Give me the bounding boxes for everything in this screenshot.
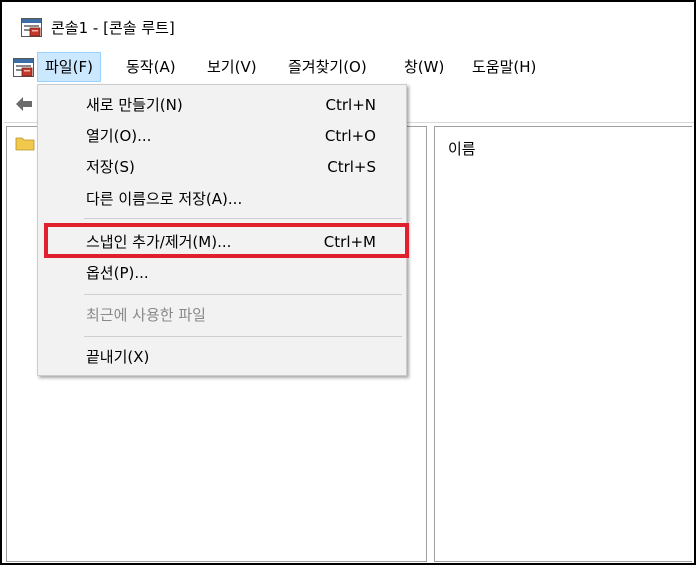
menu-window[interactable]: 창(W)	[397, 52, 451, 82]
menu-item-recent-files: 최근에 사용한 파일	[38, 300, 406, 330]
menu-separator	[84, 336, 402, 337]
highlight-box	[44, 223, 409, 258]
menu-separator	[84, 218, 402, 219]
menu-view[interactable]: 보기(V)	[200, 52, 264, 82]
menu-help[interactable]: 도움말(H)	[465, 52, 543, 82]
menu-item-save[interactable]: 저장(S) Ctrl+S	[38, 152, 406, 182]
menu-item-exit[interactable]: 끝내기(X)	[38, 342, 406, 372]
menu-item-new[interactable]: 새로 만들기(N) Ctrl+N	[38, 90, 406, 120]
results-pane[interactable]: 이름	[434, 126, 692, 562]
menu-item-options[interactable]: 옵션(P)...	[38, 258, 406, 288]
column-header-name[interactable]: 이름	[448, 138, 476, 159]
menu-item-shortcut: Ctrl+N	[325, 96, 376, 114]
menu-item-label: 옵션(P)...	[86, 264, 149, 282]
menu-item-shortcut: Ctrl+O	[324, 127, 376, 145]
title-bar: 콘솔1 - [콘솔 루트]	[4, 4, 694, 50]
menu-separator	[84, 294, 402, 295]
menu-item-label: 끝내기(X)	[86, 348, 150, 366]
menu-item-shortcut: Ctrl+S	[327, 158, 376, 176]
mmc-console-icon[interactable]	[13, 58, 34, 77]
menu-favorites[interactable]: 즐겨찾기(O)	[281, 52, 374, 82]
menu-item-label: 최근에 사용한 파일	[86, 306, 206, 324]
window-frame: 콘솔1 - [콘솔 루트] 파일(F) 동작(A) 보기(V) 즐겨찾기(O) …	[0, 0, 696, 565]
menu-item-open[interactable]: 열기(O)... Ctrl+O	[38, 121, 406, 151]
menu-file[interactable]: 파일(F)	[37, 52, 101, 82]
window-title: 콘솔1 - [콘솔 루트]	[51, 19, 175, 37]
menu-item-label: 다른 이름으로 저장(A)...	[86, 190, 243, 208]
menu-item-label: 열기(O)...	[86, 127, 152, 145]
menu-action[interactable]: 동작(A)	[119, 52, 183, 82]
mmc-console-icon	[21, 18, 42, 37]
menu-item-save-as[interactable]: 다른 이름으로 저장(A)...	[38, 184, 406, 214]
menu-item-label: 새로 만들기(N)	[86, 96, 183, 114]
menu-item-label: 저장(S)	[86, 158, 135, 176]
back-arrow-icon[interactable]	[14, 94, 34, 114]
menu-bar: 파일(F) 동작(A) 보기(V) 즐겨찾기(O) 창(W) 도움말(H)	[4, 52, 694, 84]
folder-icon	[15, 137, 35, 151]
